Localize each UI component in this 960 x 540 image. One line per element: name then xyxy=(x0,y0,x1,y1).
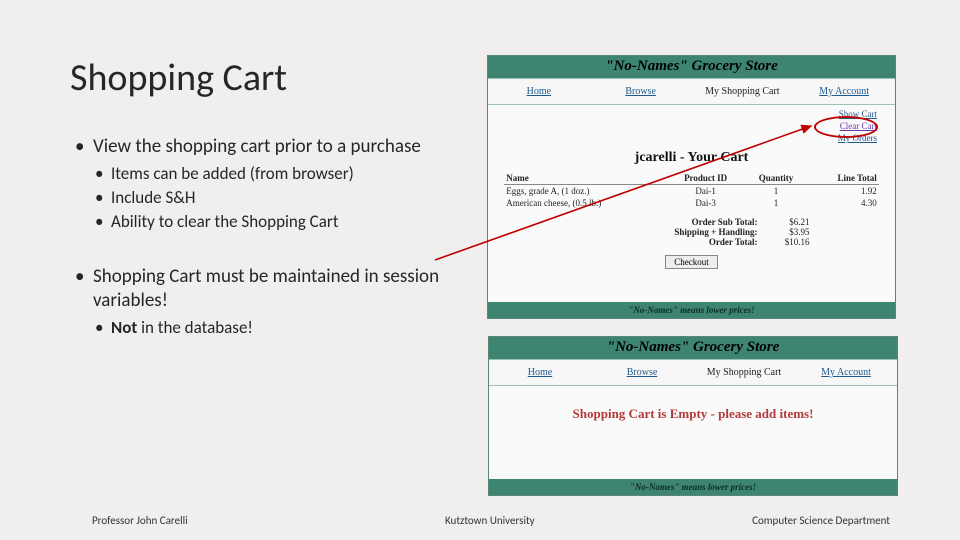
cell-pid: Dai-3 xyxy=(667,197,744,209)
ordertotal-value: $10.16 xyxy=(766,237,810,247)
bullet-l2: Items can be added (from browser) xyxy=(75,163,470,185)
nav-home[interactable]: Home xyxy=(489,360,591,385)
link-show-cart[interactable]: Show Cart xyxy=(506,108,877,120)
bullet-l1: View the shopping cart prior to a purcha… xyxy=(75,135,470,159)
slide: Shopping Cart View the shopping cart pri… xyxy=(0,0,960,540)
cell-name: Eggs, grade A, (1 doz.) xyxy=(504,185,667,198)
cell-name: American cheese, (0.5 lb.) xyxy=(504,197,667,209)
nav-cart[interactable]: My Shopping Cart xyxy=(692,79,794,104)
nav-bar: Home Browse My Shopping Cart My Account xyxy=(489,359,897,386)
nav-account[interactable]: My Account xyxy=(793,79,895,104)
footer-center: Kutztown University xyxy=(445,514,535,527)
cell-qty: 1 xyxy=(744,185,807,198)
store-name: "No-Names" Grocery Store xyxy=(488,56,895,78)
col-total: Line Total xyxy=(808,172,879,185)
bullet-list: View the shopping cart prior to a purcha… xyxy=(75,135,470,341)
cell-qty: 1 xyxy=(744,197,807,209)
subtotal-value: $6.21 xyxy=(766,217,810,227)
table-row: American cheese, (0.5 lb.) Dai-3 1 4.30 xyxy=(504,197,878,209)
checkout-button[interactable]: Checkout xyxy=(665,255,718,269)
cart-sublinks: Show Cart Clear Cart My Orders xyxy=(488,105,895,146)
nav-browse[interactable]: Browse xyxy=(590,79,692,104)
cart-title: jcarelli - Your Cart xyxy=(488,146,895,172)
footer-right: Computer Science Department xyxy=(752,514,890,527)
text: in the database! xyxy=(137,317,253,338)
cell-pid: Dai-1 xyxy=(667,185,744,198)
footer-left: Professor John Carelli xyxy=(92,514,188,527)
cell-total: 1.92 xyxy=(808,185,879,198)
subtotal-label: Order Sub Total: xyxy=(573,217,765,227)
nav-bar: Home Browse My Shopping Cart My Account xyxy=(488,78,895,105)
cell-total: 4.30 xyxy=(808,197,879,209)
col-pid: Product ID xyxy=(667,172,744,185)
screenshot-cart-full: "No-Names" Grocery Store Home Browse My … xyxy=(487,55,896,319)
link-clear-cart[interactable]: Clear Cart xyxy=(506,120,877,132)
link-my-orders[interactable]: My Orders xyxy=(506,132,877,144)
store-footer: "No-Names" means lower prices! xyxy=(489,479,897,495)
order-totals: Order Sub Total:$6.21 Shipping + Handlin… xyxy=(573,217,809,247)
nav-account[interactable]: My Account xyxy=(795,360,897,385)
ordertotal-label: Order Total: xyxy=(573,237,765,247)
bullet-l2: Include S&H xyxy=(75,187,470,209)
nav-home[interactable]: Home xyxy=(488,79,590,104)
nav-cart[interactable]: My Shopping Cart xyxy=(693,360,795,385)
bullet-l1: Shopping Cart must be maintained in sess… xyxy=(75,265,470,313)
bullet-l2: Not in the database! xyxy=(75,317,470,339)
store-footer: "No-Names" means lower prices! xyxy=(488,302,895,318)
empty-cart-message: Shopping Cart is Empty - please add item… xyxy=(489,386,897,448)
table-row: Eggs, grade A, (1 doz.) Dai-1 1 1.92 xyxy=(504,185,878,198)
shipping-label: Shipping + Handling: xyxy=(573,227,765,237)
nav-browse[interactable]: Browse xyxy=(591,360,693,385)
table-header-row: Name Product ID Quantity Line Total xyxy=(504,172,878,185)
bold-text: Not xyxy=(111,317,137,338)
cart-table: Name Product ID Quantity Line Total Eggs… xyxy=(504,172,878,209)
bullet-l2: Ability to clear the Shopping Cart xyxy=(75,211,470,233)
col-name: Name xyxy=(504,172,667,185)
store-name: "No-Names" Grocery Store xyxy=(489,337,897,359)
shipping-value: $3.95 xyxy=(766,227,810,237)
slide-title: Shopping Cart xyxy=(70,55,287,101)
col-qty: Quantity xyxy=(744,172,807,185)
screenshot-cart-empty: "No-Names" Grocery Store Home Browse My … xyxy=(488,336,898,496)
